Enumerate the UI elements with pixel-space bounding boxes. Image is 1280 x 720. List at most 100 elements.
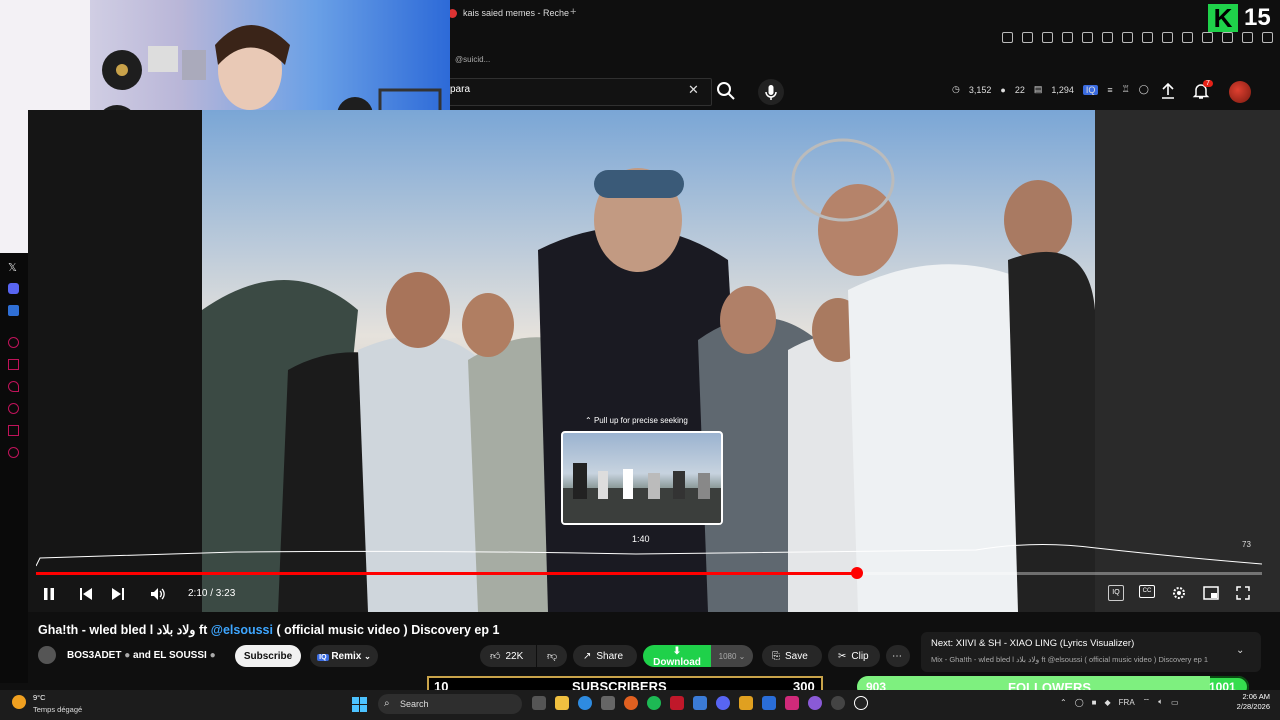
extension-icon[interactable] [1122,32,1133,43]
volume-icon[interactable] [150,586,166,602]
extension-icon[interactable] [1062,32,1073,43]
play-icon[interactable] [8,359,19,370]
weather-temperature[interactable]: 9°C [33,693,46,702]
tray-up-icon[interactable]: ⌃ [1060,698,1067,707]
share-button[interactable]: ↗ Share [573,645,637,667]
heart-icon[interactable] [8,381,19,392]
app-icon[interactable] [8,305,19,316]
extension-icon[interactable] [1142,32,1153,43]
corner-number: 73 [1242,540,1251,549]
battery-icon[interactable]: ▭ [1171,698,1179,707]
search-icon: ⌕ [384,698,390,709]
extension-icon[interactable] [1022,32,1033,43]
subscribe-button[interactable]: Subscribe [235,645,301,667]
app-icon[interactable] [831,696,845,710]
remix-button[interactable]: IQ Remix ⌄ [310,645,378,667]
search-icon[interactable] [714,79,738,103]
extension-icon[interactable] [1242,32,1253,43]
clip-button[interactable]: ✂ Clip [828,645,880,667]
miniplayer-icon[interactable] [1203,586,1219,600]
store-icon[interactable] [693,696,707,710]
upload-icon[interactable] [1160,82,1176,100]
app-icon[interactable] [808,696,822,710]
viewer-count: 15 [1244,4,1271,31]
extension-icon[interactable] [1182,32,1193,43]
discord-icon[interactable] [8,283,19,294]
extension-icon[interactable] [1082,32,1093,43]
app-icon[interactable] [762,696,776,710]
obs-icon[interactable] [670,696,684,710]
edge-icon[interactable] [578,696,592,710]
video-player[interactable] [28,110,1280,612]
pause-icon[interactable] [42,587,56,601]
new-tab-icon[interactable]: + [570,6,576,18]
dislike-button[interactable]: 👎︎ [537,645,567,667]
sidebar-rail: 𝕏 [0,253,28,683]
tray-app-icon[interactable]: ◆ [1105,698,1111,707]
microphone-icon[interactable] [758,79,784,105]
up-next-title[interactable]: Next: XIIVI & SH - XIAO LING (Lyrics Vis… [931,638,1134,649]
list-icon[interactable]: ≡ [1107,85,1112,95]
chart-icon: ▤ [1033,84,1043,94]
captions-icon[interactable]: CC [1139,585,1155,598]
user-avatar[interactable] [1229,81,1251,103]
app-icon[interactable] [601,696,615,710]
extension-icon[interactable] [1162,32,1173,43]
users-icon: ● [1000,84,1006,95]
language-indicator[interactable]: FRA [1119,698,1135,707]
instagram-icon[interactable] [785,696,799,710]
save-button[interactable]: ⎘ Save [762,645,822,667]
extension-icon[interactable] [1202,32,1213,43]
task-view-icon[interactable] [532,696,546,710]
discord-icon[interactable] [716,696,730,710]
download-button[interactable]: ⬇ Download [643,645,711,668]
tray-app-icon[interactable]: ■ [1092,698,1097,707]
iq-player-icon[interactable]: IQ [1108,585,1124,601]
iq-icon[interactable]: IQ [1082,84,1099,95]
next-icon[interactable] [111,587,125,601]
channel-name[interactable]: BOS3ADET ● and EL SOUSSI ● [67,650,216,661]
file-explorer-icon[interactable] [555,696,569,710]
like-button[interactable]: 👍︎ 22K [480,645,536,667]
extension-icon[interactable] [1102,32,1113,43]
tray-app-icon[interactable]: ◯ [1075,698,1084,707]
spotify-icon[interactable] [647,696,661,710]
extension-icon[interactable] [1262,32,1273,43]
speaker-icon[interactable]: 🔈︎ [1158,697,1163,707]
fullscreen-icon[interactable] [1236,586,1250,600]
chevron-down-icon[interactable]: ⌄ [1236,645,1244,656]
bookmark-item[interactable]: @suicid... [455,55,490,64]
firefox-icon[interactable] [624,696,638,710]
taskbar-search-label: Search [400,699,429,709]
mention-link[interactable]: @elsoussi [211,623,273,637]
clock-icon[interactable] [8,403,19,414]
iq-icon: IQ [317,653,329,661]
browser-tab[interactable]: kais saied memes - Reche [448,4,569,22]
extension-icon[interactable] [1002,32,1013,43]
weather-icon[interactable] [12,695,26,709]
network-icon[interactable]: ⌔ [1143,697,1151,707]
taskbar-clock[interactable]: 2:06 AM 2/28/2026 [1232,692,1270,712]
channel-avatar[interactable] [38,646,56,664]
progress-scrubber[interactable] [851,567,863,579]
trophy-icon[interactable]: ♖ [1122,84,1130,95]
settings-icon[interactable] [8,447,19,458]
x-icon[interactable]: 𝕏 [8,261,19,274]
extension-icon[interactable] [1222,32,1233,43]
download-icon: ⬇ [672,646,682,657]
folder-icon[interactable] [739,696,753,710]
gift-icon[interactable] [8,425,19,436]
more-actions-button[interactable]: ⋯ [886,645,910,667]
verified-icon: ● [209,650,216,661]
settings-gear-icon[interactable] [1171,585,1187,601]
download-quality-select[interactable]: 1080 ⌄ [711,645,753,667]
extension-icon[interactable] [1042,32,1053,43]
record-icon[interactable] [8,337,19,348]
chat-icon[interactable]: ◯ [1139,84,1149,95]
clear-search-icon[interactable]: ✕ [688,82,699,98]
windows-start-icon[interactable] [352,697,367,712]
previous-icon[interactable] [79,587,93,601]
weather-description[interactable]: Temps dégagé [33,705,82,714]
search-input[interactable] [440,78,712,106]
app-icon[interactable] [854,696,868,710]
